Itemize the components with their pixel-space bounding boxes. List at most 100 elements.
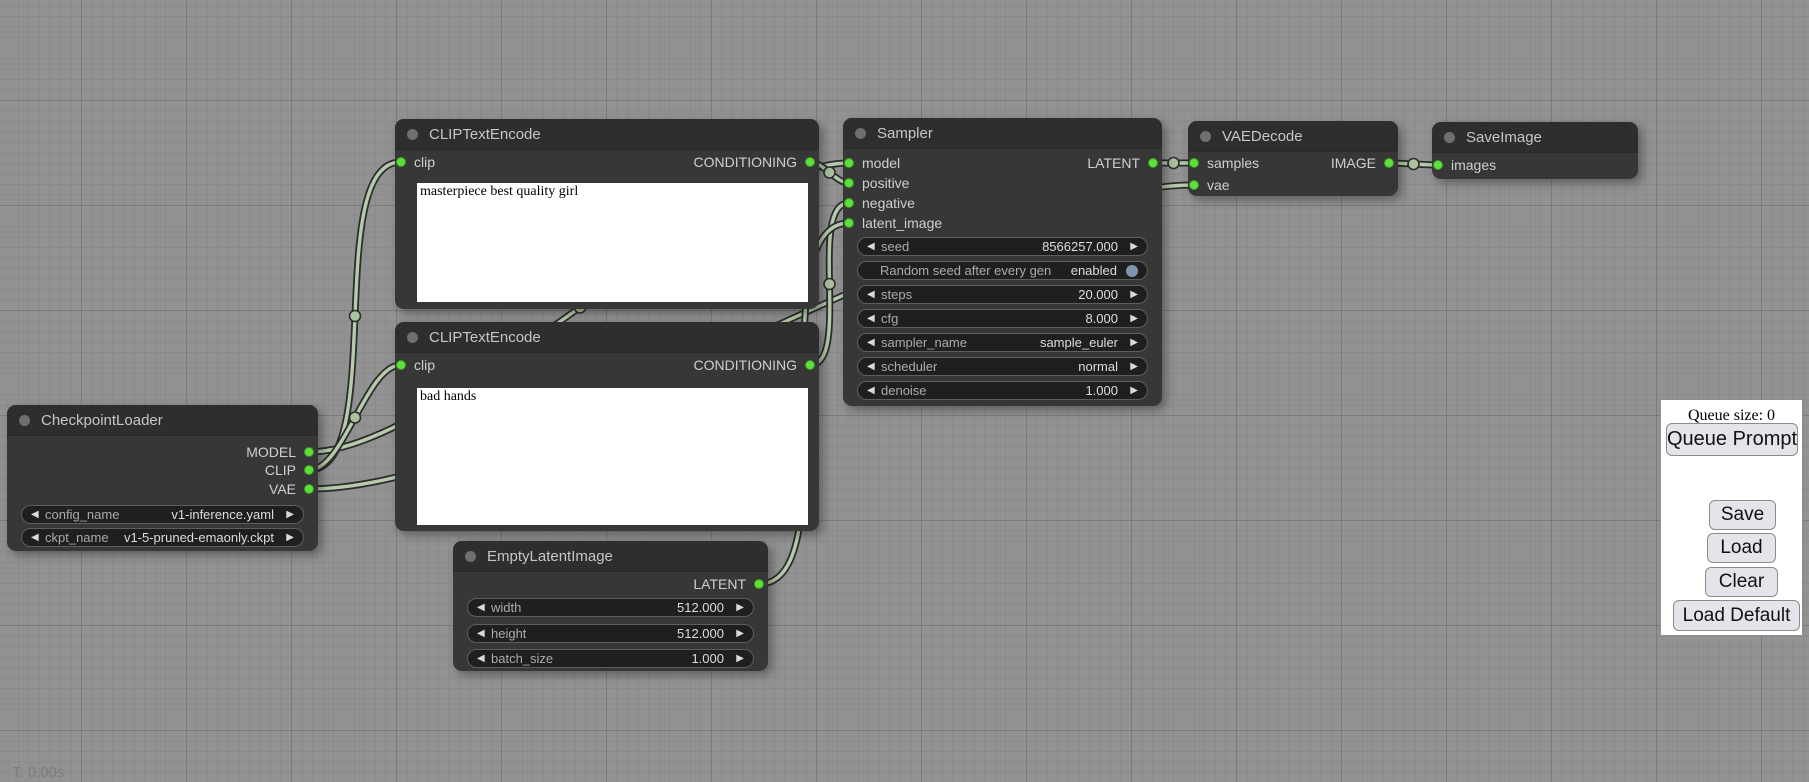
positive-prompt-textarea[interactable]: masterpiece best quality girl: [417, 183, 808, 302]
collapse-dot-icon[interactable]: [19, 415, 30, 426]
input-dot-icon[interactable]: [1189, 180, 1199, 190]
node-titlebar[interactable]: CLIPTextEncode: [395, 322, 819, 353]
output-slot-image[interactable]: IMAGE: [1331, 155, 1394, 171]
input-dot-icon[interactable]: [396, 360, 406, 370]
increment-arrow-icon[interactable]: ▶: [731, 602, 744, 613]
input-slot-samples[interactable]: samples: [1189, 155, 1259, 171]
decrement-arrow-icon[interactable]: ◀: [867, 385, 880, 396]
node-titlebar[interactable]: SaveImage: [1432, 122, 1638, 153]
decrement-arrow-icon[interactable]: ◀: [867, 313, 880, 324]
output-dot-icon[interactable]: [1384, 158, 1394, 168]
output-dot-icon[interactable]: [805, 360, 815, 370]
input-dot-icon[interactable]: [844, 158, 854, 168]
increment-arrow-icon[interactable]: ▶: [1125, 337, 1138, 348]
widget-seed[interactable]: ◀ seed 8566257.000 ▶: [857, 237, 1148, 256]
decrement-arrow-icon[interactable]: ◀: [477, 653, 490, 664]
node-vae-decode[interactable]: VAEDecode samples vae IMAGE: [1188, 121, 1398, 196]
input-slot-model[interactable]: model: [844, 155, 900, 171]
decrement-arrow-icon[interactable]: ◀: [867, 361, 880, 372]
widget-random-seed-toggle[interactable]: Random seed after every gen enabled: [857, 261, 1148, 280]
increment-arrow-icon[interactable]: ▶: [1125, 361, 1138, 372]
output-dot-icon[interactable]: [1148, 158, 1158, 168]
widget-ckpt-name[interactable]: ◀ ckpt_name v1-5-pruned-emaonly.ckpt ▶: [21, 528, 304, 547]
widget-config-name[interactable]: ◀ config_name v1-inference.yaml ▶: [21, 505, 304, 524]
load-default-button[interactable]: Load Default: [1673, 600, 1800, 631]
widget-cfg[interactable]: ◀ cfg 8.000 ▶: [857, 309, 1148, 328]
decrement-arrow-icon[interactable]: ◀: [477, 602, 490, 613]
widget-value: 512.000: [677, 626, 724, 641]
output-slot-latent[interactable]: LATENT: [693, 576, 764, 592]
node-title: VAEDecode: [1222, 128, 1303, 145]
collapse-dot-icon[interactable]: [465, 551, 476, 562]
output-slot-conditioning[interactable]: CONDITIONING: [694, 154, 815, 170]
increment-arrow-icon[interactable]: ▶: [281, 509, 294, 520]
widget-sampler-name[interactable]: ◀ sampler_name sample_euler ▶: [857, 333, 1148, 352]
input-slot-clip[interactable]: clip: [396, 357, 435, 373]
widget-steps[interactable]: ◀ steps 20.000 ▶: [857, 285, 1148, 304]
input-dot-icon[interactable]: [1189, 158, 1199, 168]
load-button[interactable]: Load: [1707, 533, 1776, 563]
node-titlebar[interactable]: VAEDecode: [1188, 121, 1398, 152]
node-clip-text-encode-negative[interactable]: CLIPTextEncode clip CONDITIONING bad han…: [395, 322, 819, 531]
increment-arrow-icon[interactable]: ▶: [1125, 385, 1138, 396]
input-dot-icon[interactable]: [844, 198, 854, 208]
decrement-arrow-icon[interactable]: ◀: [867, 289, 880, 300]
output-dot-icon[interactable]: [304, 484, 314, 494]
collapse-dot-icon[interactable]: [407, 332, 418, 343]
widget-denoise[interactable]: ◀ denoise 1.000 ▶: [857, 381, 1148, 400]
node-checkpoint-loader[interactable]: CheckpointLoader MODEL CLIP VAE ◀ config…: [7, 405, 318, 551]
input-dot-icon[interactable]: [844, 218, 854, 228]
increment-arrow-icon[interactable]: ▶: [1125, 313, 1138, 324]
output-dot-icon[interactable]: [754, 579, 764, 589]
negative-prompt-textarea[interactable]: bad hands: [417, 388, 808, 525]
decrement-arrow-icon[interactable]: ◀: [867, 241, 880, 252]
input-slot-clip[interactable]: clip: [396, 154, 435, 170]
output-slot-conditioning[interactable]: CONDITIONING: [694, 357, 815, 373]
node-title: CLIPTextEncode: [429, 126, 541, 143]
increment-arrow-icon[interactable]: ▶: [1125, 289, 1138, 300]
node-titlebar[interactable]: CheckpointLoader: [7, 405, 318, 436]
node-clip-text-encode-positive[interactable]: CLIPTextEncode clip CONDITIONING masterp…: [395, 119, 819, 309]
toggle-dot-icon[interactable]: [1126, 265, 1138, 277]
collapse-dot-icon[interactable]: [1444, 132, 1455, 143]
output-slot-latent[interactable]: LATENT: [1087, 155, 1158, 171]
node-titlebar[interactable]: EmptyLatentImage: [453, 541, 768, 572]
increment-arrow-icon[interactable]: ▶: [1125, 241, 1138, 252]
output-slot-vae[interactable]: VAE: [269, 481, 314, 497]
widget-height[interactable]: ◀ height 512.000 ▶: [467, 624, 754, 643]
widget-width[interactable]: ◀ width 512.000 ▶: [467, 598, 754, 617]
node-save-image[interactable]: SaveImage images: [1432, 122, 1638, 179]
increment-arrow-icon[interactable]: ▶: [731, 653, 744, 664]
node-titlebar[interactable]: CLIPTextEncode: [395, 119, 819, 150]
clear-button[interactable]: Clear: [1705, 567, 1778, 597]
input-slot-images[interactable]: images: [1433, 157, 1496, 173]
widget-scheduler[interactable]: ◀ scheduler normal ▶: [857, 357, 1148, 376]
output-dot-icon[interactable]: [304, 465, 314, 475]
output-slot-model[interactable]: MODEL: [246, 444, 314, 460]
widget-batch-size[interactable]: ◀ batch_size 1.000 ▶: [467, 649, 754, 668]
decrement-arrow-icon[interactable]: ◀: [477, 628, 490, 639]
input-slot-vae[interactable]: vae: [1189, 177, 1230, 193]
input-dot-icon[interactable]: [1433, 160, 1443, 170]
input-slot-latent-image[interactable]: latent_image: [844, 215, 942, 231]
output-dot-icon[interactable]: [304, 447, 314, 457]
input-slot-positive[interactable]: positive: [844, 175, 909, 191]
collapse-dot-icon[interactable]: [855, 128, 866, 139]
node-titlebar[interactable]: Sampler: [843, 118, 1162, 149]
collapse-dot-icon[interactable]: [1200, 131, 1211, 142]
collapse-dot-icon[interactable]: [407, 129, 418, 140]
input-slot-negative[interactable]: negative: [844, 195, 915, 211]
decrement-arrow-icon[interactable]: ◀: [31, 532, 44, 543]
output-slot-clip[interactable]: CLIP: [265, 462, 314, 478]
node-sampler[interactable]: Sampler model positive negative latent_i…: [843, 118, 1162, 406]
input-dot-icon[interactable]: [844, 178, 854, 188]
node-empty-latent-image[interactable]: EmptyLatentImage LATENT ◀ width 512.000 …: [453, 541, 768, 671]
increment-arrow-icon[interactable]: ▶: [731, 628, 744, 639]
increment-arrow-icon[interactable]: ▶: [281, 532, 294, 543]
decrement-arrow-icon[interactable]: ◀: [867, 337, 880, 348]
output-dot-icon[interactable]: [805, 157, 815, 167]
decrement-arrow-icon[interactable]: ◀: [31, 509, 44, 520]
save-button[interactable]: Save: [1709, 500, 1776, 530]
input-dot-icon[interactable]: [396, 157, 406, 167]
queue-prompt-button[interactable]: Queue Prompt: [1666, 423, 1798, 456]
